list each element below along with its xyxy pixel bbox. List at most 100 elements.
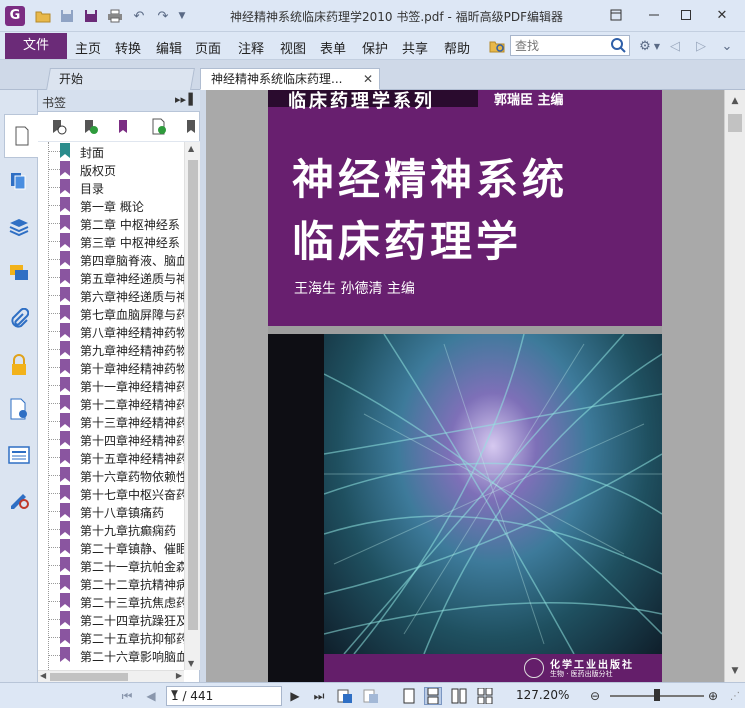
bookmark-item[interactable]: 第十七章中枢兴奋药 xyxy=(38,484,184,502)
settings-dropdown-icon[interactable]: ▼ xyxy=(652,37,662,55)
panel-collapse-icon[interactable]: ▸▸ xyxy=(175,93,186,106)
bookmark-horizontal-scrollbar[interactable]: ◀ ▶ xyxy=(38,670,184,682)
next-result-icon[interactable]: ▷ xyxy=(692,37,710,55)
bookmark-scroll-thumb[interactable] xyxy=(188,160,198,630)
bookmark-item[interactable]: 第九章神经精神药物 xyxy=(38,340,184,358)
search-icon[interactable] xyxy=(610,37,627,54)
bookmark-item[interactable]: 第二十章镇静、催眠 xyxy=(38,538,184,556)
continuous-facing-icon[interactable] xyxy=(476,687,494,705)
menu-view[interactable]: 视图 xyxy=(280,38,306,57)
next-view-icon[interactable] xyxy=(362,687,380,705)
next-page-icon[interactable]: ▶ xyxy=(286,687,304,705)
scroll-down-icon[interactable]: ▼ xyxy=(188,659,194,668)
previous-page-icon[interactable]: ◀ xyxy=(142,687,160,705)
scroll-left-icon[interactable]: ◀ xyxy=(40,671,46,680)
redo-icon[interactable]: ↷ xyxy=(154,7,172,25)
undo-icon[interactable]: ↶ xyxy=(130,7,148,25)
resize-grip-icon[interactable]: ⋰ xyxy=(726,687,744,705)
bookmark-item[interactable]: 第十章神经精神药物 xyxy=(38,358,184,376)
menu-protect[interactable]: 保护 xyxy=(362,38,388,57)
content-panel-icon[interactable] xyxy=(6,442,32,468)
panel-pin-icon[interactable]: ▌ xyxy=(189,93,197,106)
page-dropdown-icon[interactable]: ▼ xyxy=(171,689,278,699)
tab-document[interactable]: 神经精神系统临床药理... ✕ xyxy=(200,68,380,90)
menu-page[interactable]: 页面 xyxy=(195,38,221,57)
bookmark-item[interactable]: 第二十三章抗焦虑药 xyxy=(38,592,184,610)
expand-bookmark-icon[interactable] xyxy=(50,118,68,136)
file-menu-button[interactable]: 文件 xyxy=(5,33,67,59)
menu-edit[interactable]: 编辑 xyxy=(156,38,182,57)
zoom-level[interactable]: 127.20% xyxy=(516,688,569,702)
bookmark-item[interactable]: 第十六章药物依赖性 xyxy=(38,466,184,484)
tab-close-icon[interactable]: ✕ xyxy=(363,69,373,89)
bookmark-item[interactable]: 第十一章神经精神药 xyxy=(38,376,184,394)
bookmark-item[interactable]: 版权页 xyxy=(38,160,184,178)
document-scroll-thumb[interactable] xyxy=(728,114,742,132)
bookmark-item[interactable]: 第十八章镇痛药 xyxy=(38,502,184,520)
tab-start[interactable]: 开始 xyxy=(46,68,195,90)
open-folder-icon[interactable] xyxy=(34,7,52,25)
bookmark-item[interactable]: 第十二章神经精神药 xyxy=(38,394,184,412)
bookmark-item[interactable]: 第二十四章抗躁狂及 xyxy=(38,610,184,628)
document-vertical-scrollbar[interactable]: ▲ ▼ xyxy=(724,90,745,682)
bookmark-item[interactable]: 第十四章神经精神药 xyxy=(38,430,184,448)
minimize-button[interactable] xyxy=(642,4,666,26)
facing-pages-icon[interactable] xyxy=(450,687,468,705)
continuous-page-icon[interactable] xyxy=(424,687,442,705)
menu-help[interactable]: 帮助 xyxy=(444,38,470,57)
previous-view-icon[interactable] xyxy=(336,687,354,705)
bookmark-hscroll-thumb[interactable] xyxy=(50,673,128,681)
bookmark-item[interactable]: 第二十六章影响脑血 xyxy=(38,646,184,664)
bookmark-item[interactable]: 第二章 中枢神经系 xyxy=(38,214,184,232)
bookmark-vertical-scrollbar[interactable]: ▲ ▼ xyxy=(184,142,200,670)
bookmark-item[interactable]: 第二十五章抗抑郁药 xyxy=(38,628,184,646)
bookmark-item[interactable]: 第七章血脑屏障与药 xyxy=(38,304,184,322)
document-properties-icon[interactable] xyxy=(6,396,32,422)
menu-convert[interactable]: 转换 xyxy=(115,38,141,57)
bookmark-item[interactable]: 第八章神经精神药物 xyxy=(38,322,184,340)
menu-comment[interactable]: 注释 xyxy=(238,38,264,57)
bookmark-options-icon[interactable] xyxy=(184,118,198,136)
bookmark-item[interactable]: 第二十一章抗帕金森 xyxy=(38,556,184,574)
page-thumbnails-icon[interactable] xyxy=(6,168,32,194)
menu-home[interactable]: 主页 xyxy=(75,38,101,57)
attachments-icon[interactable] xyxy=(6,306,32,332)
scroll-down-icon[interactable]: ▼ xyxy=(728,664,742,678)
bookmark-item[interactable]: 第五章神经递质与神 xyxy=(38,268,184,286)
maximize-button[interactable] xyxy=(674,4,698,26)
first-page-icon[interactable]: ⏮ xyxy=(118,687,136,705)
bookmark-item[interactable]: 第一章 概论 xyxy=(38,196,184,214)
last-page-icon[interactable]: ⏭ xyxy=(310,687,328,705)
comments-icon[interactable] xyxy=(6,260,32,286)
app-logo-icon[interactable]: G xyxy=(5,6,25,26)
save-as-icon[interactable] xyxy=(82,7,100,25)
menu-share[interactable]: 共享 xyxy=(402,38,428,57)
bookmark-panel-icon[interactable] xyxy=(4,114,38,158)
search-field[interactable] xyxy=(510,35,630,56)
bookmark-item[interactable]: 第二十二章抗精神病 xyxy=(38,574,184,592)
zoom-out-icon[interactable]: ⊖ xyxy=(586,687,604,705)
restore-layout-icon[interactable] xyxy=(604,4,628,26)
zoom-in-icon[interactable]: ⊕ xyxy=(704,687,722,705)
bookmark-item[interactable]: 目录 xyxy=(38,178,184,196)
bookmark-item[interactable]: 第十九章抗癫痫药 xyxy=(38,520,184,538)
bookmark-item[interactable]: 第十五章神经精神药 xyxy=(38,448,184,466)
find-folder-icon[interactable] xyxy=(488,37,506,55)
security-lock-icon[interactable] xyxy=(6,352,32,378)
scroll-up-icon[interactable]: ▲ xyxy=(728,94,742,108)
previous-result-icon[interactable]: ◁ xyxy=(666,37,684,55)
add-bookmark-icon[interactable] xyxy=(82,118,100,136)
menu-form[interactable]: 表单 xyxy=(320,38,346,57)
layers-icon[interactable] xyxy=(6,214,32,240)
delete-bookmark-icon[interactable] xyxy=(116,118,134,136)
signature-icon[interactable] xyxy=(6,486,32,512)
save-icon[interactable] xyxy=(58,7,76,25)
page-number-field[interactable]: 1 / 441 ▼ xyxy=(166,686,282,706)
document-view[interactable]: 临床药理学系列 郭瑞臣 主编 神经精神系统 临床药理学 王海生 孙德清 主编 化… xyxy=(206,90,724,682)
bookmark-item[interactable]: 封面 xyxy=(38,142,184,160)
quick-access-dropdown-icon[interactable]: ▼ xyxy=(176,7,188,25)
print-icon[interactable] xyxy=(106,7,124,25)
ribbon-collapse-icon[interactable]: ⌄ xyxy=(718,37,736,55)
scroll-right-icon[interactable]: ▶ xyxy=(176,671,182,680)
zoom-slider-handle[interactable] xyxy=(654,689,660,701)
